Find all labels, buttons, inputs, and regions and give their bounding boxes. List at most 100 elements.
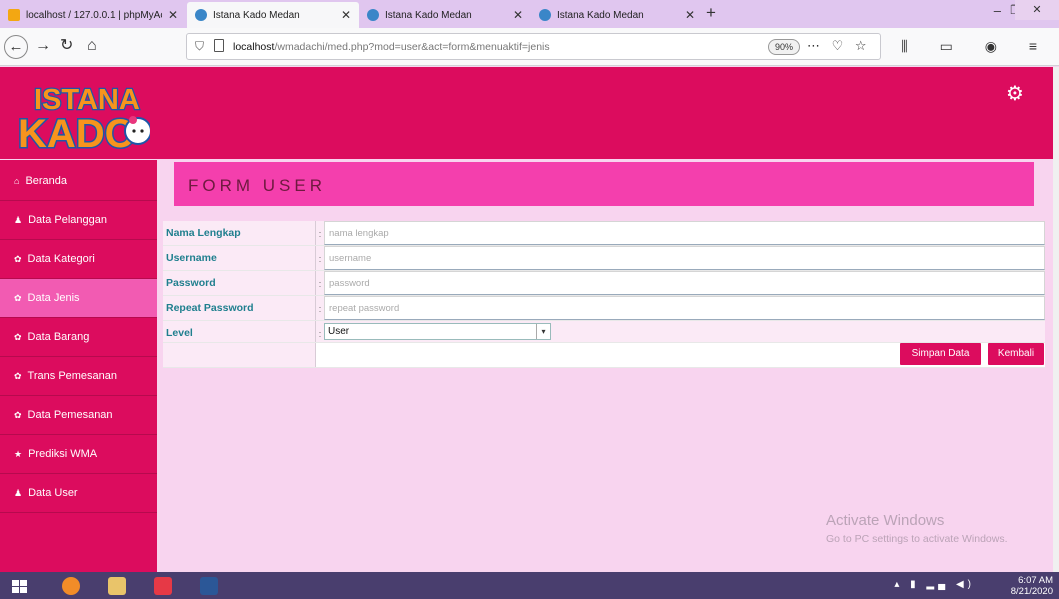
page-info-icon[interactable] <box>214 39 224 52</box>
windows-taskbar: ▴ ▮ ▂▄ ◀) 6:07 AM 8/21/2020 <box>0 572 1059 599</box>
windows-logo-icon <box>12 580 27 593</box>
close-tab-icon[interactable]: ✕ <box>685 8 695 22</box>
minimize-icon[interactable]: – <box>994 3 1001 18</box>
close-tab-icon[interactable]: ✕ <box>341 8 351 22</box>
sidebar-item-label: Data User <box>28 487 78 499</box>
sidebar-item-data-jenis[interactable]: ✿ Data Jenis <box>0 279 157 318</box>
sidebar: ⌂ Beranda ♟ Data Pelanggan ✿ Data Kategori ✿ Da… <box>0 160 157 572</box>
sidebar-item-label: Data Kategori <box>27 253 95 265</box>
firefox-icon <box>62 577 80 595</box>
phpmyadmin-icon <box>8 9 20 21</box>
sidebar-item-prediksi-wma[interactable]: ★ Prediksi WMA <box>0 435 157 474</box>
new-tab-icon[interactable]: + <box>706 3 716 23</box>
taskbar-firefox[interactable] <box>51 574 91 599</box>
form-row-repeat-password: Repeat Password : <box>163 296 1045 321</box>
taskbar-clock[interactable]: 6:07 AM 8/21/2020 <box>1011 575 1053 597</box>
browser-tab-active[interactable]: Istana Kado Medan ✕ <box>187 2 359 28</box>
settings-gears-icon[interactable]: ⚙ <box>1006 81 1024 106</box>
back-icon[interactable]: ← <box>4 35 28 59</box>
site-favicon-icon <box>367 9 379 21</box>
sidebar-item-label: Data Barang <box>27 331 90 343</box>
shield-icon[interactable]: ⛉ <box>195 39 204 54</box>
page-actions-icon[interactable]: ⋯ ♡ ☆ <box>807 38 871 54</box>
home-icon: ⌂ <box>14 176 20 186</box>
gears-icon: ✿ <box>14 410 22 420</box>
activate-windows-watermark: Activate Windows Go to PC settings to ac… <box>826 512 1008 545</box>
form-row-nama: Nama Lengkap : <box>163 221 1045 246</box>
repeat-password-input[interactable] <box>324 296 1045 320</box>
browser-nav-bar: ← → ↻ ⌂ ⛉ localhost/wmadachi/med.php?mod… <box>0 28 1059 66</box>
gears-icon: ✿ <box>14 332 22 342</box>
close-tab-icon[interactable]: ✕ <box>513 8 523 22</box>
taskbar-word[interactable] <box>189 574 229 599</box>
istana-kado-logo: ISTANA KADO <box>17 83 150 151</box>
sidebar-item-label: Data Pemesanan <box>27 409 113 421</box>
form-title-bar: FORM USER <box>174 162 1034 206</box>
field-label: Password <box>163 271 316 295</box>
home-icon[interactable]: ⌂ <box>87 37 97 55</box>
zoom-level-badge[interactable]: 90% <box>768 39 801 55</box>
sidebar-item-label: Beranda <box>25 175 68 187</box>
field-label: Nama Lengkap <box>163 221 316 245</box>
start-button[interactable] <box>0 574 40 599</box>
taskbar-explorer[interactable] <box>97 574 137 599</box>
word-icon <box>200 577 218 595</box>
sidebar-item-trans-pemesanan[interactable]: ✿ Trans Pemesanan <box>0 357 157 396</box>
page-title: FORM USER <box>188 176 326 195</box>
url-bar[interactable]: ⛉ localhost/wmadachi/med.php?mod=user&ac… <box>186 33 881 60</box>
chevron-down-icon[interactable]: ▾ <box>536 324 550 339</box>
forward-icon[interactable]: → <box>35 37 51 55</box>
password-input[interactable] <box>324 271 1045 295</box>
form-row-username: Username : <box>163 246 1045 271</box>
site-favicon-icon <box>539 9 551 21</box>
browser-tab[interactable]: Istana Kado Medan ✕ <box>531 2 703 28</box>
sidebar-item-label: Prediksi WMA <box>28 448 98 460</box>
user-icon: ♟ <box>14 488 23 498</box>
gears-icon: ✿ <box>14 254 22 264</box>
gears-icon: ✿ <box>14 371 22 381</box>
sidebar-item-data-barang[interactable]: ✿ Data Barang <box>0 318 157 357</box>
file-explorer-icon <box>108 577 126 595</box>
field-colon: : <box>316 246 324 270</box>
sidebar-item-label: Data Pelanggan <box>28 214 107 226</box>
sidebar-item-beranda[interactable]: ⌂ Beranda <box>0 162 157 201</box>
field-colon: : <box>316 221 324 245</box>
form-row-password: Password : <box>163 271 1045 296</box>
username-input[interactable] <box>324 246 1045 270</box>
user-form: Nama Lengkap : Username : Password : Rep… <box>163 221 1045 368</box>
field-colon: : <box>316 296 324 320</box>
level-select[interactable]: User ▾ <box>324 323 551 340</box>
close-tab-icon[interactable]: ✕ <box>168 8 178 22</box>
page-scrollbar[interactable] <box>1053 67 1059 572</box>
url-text[interactable]: localhost/wmadachi/med.php?mod=user&act=… <box>233 41 550 53</box>
app-header: ISTANA KADO ⚙ <box>0 67 1053 159</box>
browser-tab[interactable]: Istana Kado Medan ✕ <box>359 2 531 28</box>
gears-icon: ✿ <box>14 293 22 303</box>
sidebar-item-data-kategori[interactable]: ✿ Data Kategori <box>0 240 157 279</box>
xampp-icon <box>154 577 172 595</box>
nama-lengkap-input[interactable] <box>324 221 1045 245</box>
field-label: Username <box>163 246 316 270</box>
system-tray-icons[interactable]: ▴ ▮ ▂▄ ◀) <box>894 579 975 590</box>
simpan-data-button[interactable]: Simpan Data <box>900 343 981 365</box>
field-label: Level <box>163 321 316 342</box>
kembali-button[interactable]: Kembali <box>988 343 1044 365</box>
sidebar-item-label: Data Jenis <box>27 292 80 304</box>
reload-icon[interactable]: ↻ <box>60 37 73 55</box>
browser-tab[interactable]: localhost / 127.0.0.1 | phpMyAc ✕ <box>0 2 186 28</box>
site-favicon-icon <box>195 9 207 21</box>
field-colon: : <box>316 321 324 342</box>
sidebar-item-data-user[interactable]: ♟ Data User <box>0 474 157 513</box>
svg-text:KADO: KADO <box>18 112 136 151</box>
sidebar-item-label: Trans Pemesanan <box>27 370 118 382</box>
taskbar-xampp[interactable] <box>143 574 183 599</box>
star-icon: ★ <box>14 449 23 459</box>
field-colon: : <box>316 271 324 295</box>
sidebar-item-data-pemesanan[interactable]: ✿ Data Pemesanan <box>0 396 157 435</box>
form-actions-row: Simpan Data Kembali <box>163 343 1045 368</box>
toolbar-icons[interactable]: ⫼ ▭ ◉ ≡ <box>901 38 1051 55</box>
form-row-level: Level : User ▾ <box>163 321 1045 343</box>
empty-label-cell <box>163 343 316 367</box>
close-window-icon[interactable]: ✕ <box>1015 0 1059 20</box>
sidebar-item-data-pelanggan[interactable]: ♟ Data Pelanggan <box>0 201 157 240</box>
